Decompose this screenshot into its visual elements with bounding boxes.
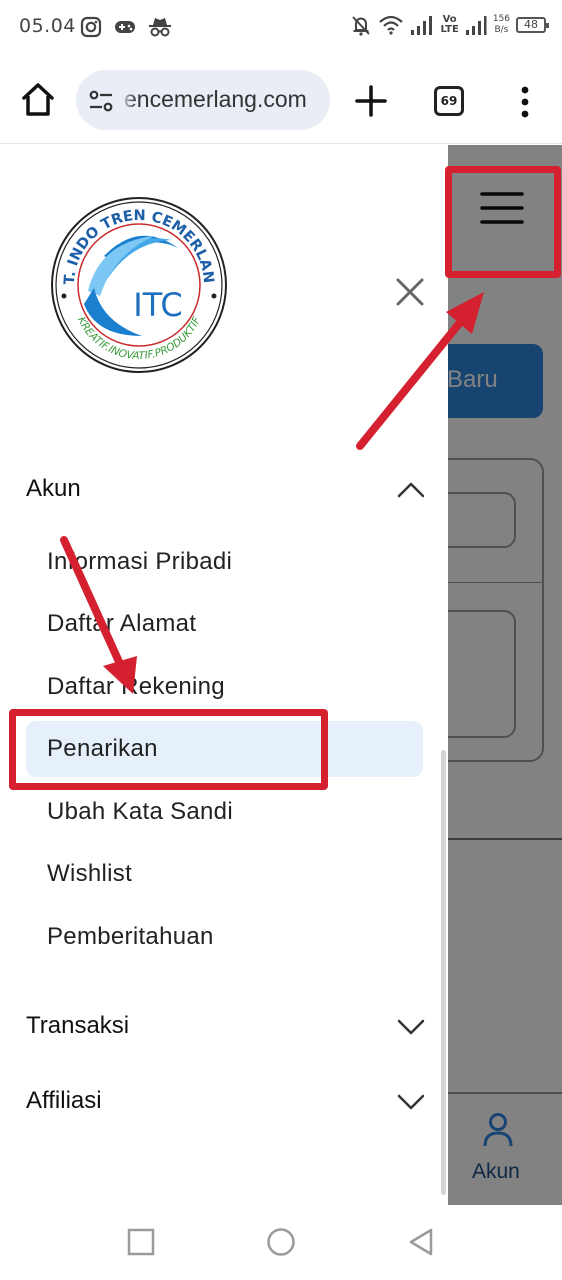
chevron-down-icon [397,1019,425,1035]
menu-item-label: Informasi Pribadi [47,548,233,575]
notifications-off-icon [352,16,371,36]
chevron-up-icon [397,482,425,498]
section-label: Affiliasi [26,1087,102,1114]
net-speed: 156 B/s [493,14,510,36]
annotation-highlight-penarikan [9,709,328,790]
section-label: Transaksi [26,1012,130,1039]
menu-item-informasi-pribadi[interactable]: Informasi Pribadi [26,534,423,590]
company-logo: ITC PT. INDO TREN CEMERLANG KREATIF.INOV… [50,196,227,373]
menu-item-label: Daftar Alamat [47,610,197,637]
game-controller-icon [115,21,135,33]
menu-item-daftar-alamat[interactable]: Daftar Alamat [26,596,423,652]
home-icon[interactable] [18,80,58,120]
menu-item-label: Pemberitahuan [47,923,214,950]
site-settings-icon[interactable] [88,88,114,114]
net-speed-value: 156 [492,14,510,24]
back-icon[interactable] [406,1227,436,1257]
close-icon[interactable] [394,276,426,308]
address-bar[interactable]: encemerlang.com [76,70,330,130]
drawer-scrollbar[interactable] [441,750,446,1195]
menu-item-label: Daftar Rekening [47,673,225,700]
section-header-affiliasi[interactable]: Affiliasi [26,1083,426,1123]
signal-icon [411,16,433,35]
section-header-akun[interactable]: Akun [26,471,426,511]
menu-item-pemberitahuan[interactable]: Pemberitahuan [26,909,423,965]
annotation-highlight-menu [445,166,561,278]
menu-item-daftar-rekening[interactable]: Daftar Rekening [26,659,423,715]
battery-icon: 48 [516,17,549,33]
net-speed-unit: B/s [494,25,509,35]
wifi-icon [379,15,404,35]
volte-indicator: Vo LTE [440,15,458,35]
status-time: 05.04 [19,15,76,37]
volte-bottom: LTE [440,24,459,35]
url-fade [120,70,136,130]
menu-item-label: Ubah Kata Sandi [47,798,233,825]
url-text: encemerlang.com [124,86,307,112]
browser-toolbar: encemerlang.com 69 [0,58,562,144]
plus-icon[interactable] [352,82,390,120]
recents-icon[interactable] [126,1227,156,1257]
logo-center-text: ITC [133,286,182,324]
status-bar: 05.04 Vo LTE 156 B/s 48 [0,0,562,58]
instagram-icon [80,16,102,38]
chevron-down-icon [397,1094,425,1110]
section-label: Akun [26,475,81,502]
status-icons: Vo LTE 156 B/s 48 [350,14,549,36]
more-vert-icon[interactable] [510,82,540,122]
section-header-transaksi[interactable]: Transaksi [26,1008,426,1048]
menu-item-ubah-kata-sandi[interactable]: Ubah Kata Sandi [26,784,423,840]
tab-switcher-button[interactable]: 69 [434,86,464,116]
menu-item-wishlist[interactable]: Wishlist [26,846,423,902]
menu-item-label: Wishlist [47,860,133,887]
incognito-icon [149,18,171,37]
home-circle-icon[interactable] [266,1227,296,1257]
signal-2-icon [465,16,487,35]
system-nav-bar [0,1205,562,1280]
